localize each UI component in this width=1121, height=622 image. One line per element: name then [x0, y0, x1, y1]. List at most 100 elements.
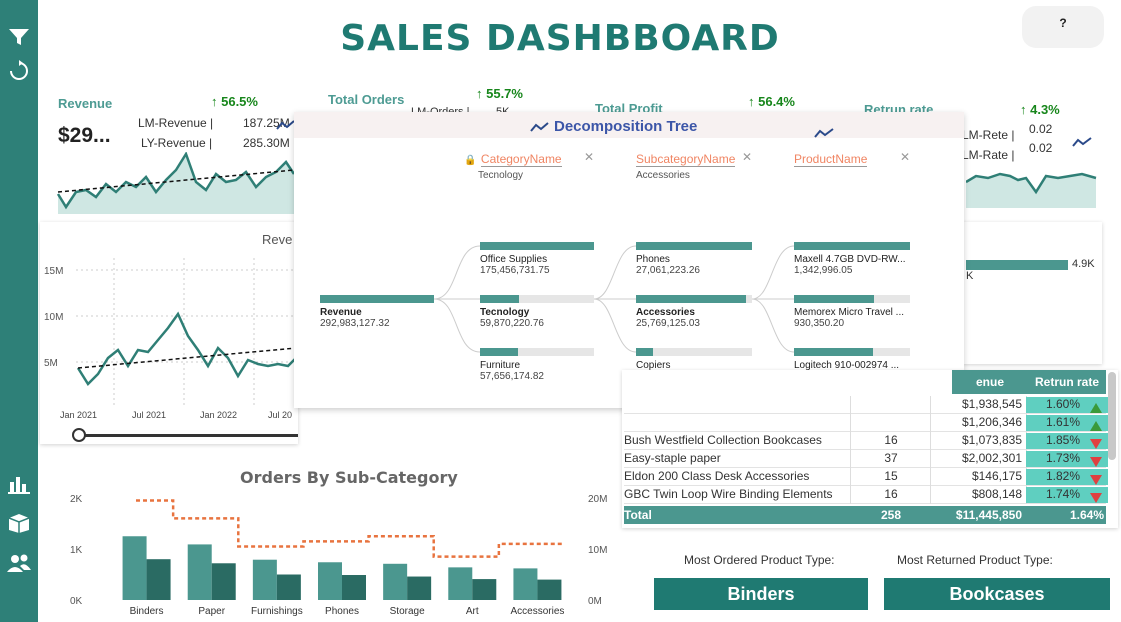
partial-bar: [966, 260, 1068, 270]
filter-icon[interactable]: [4, 24, 34, 50]
bar-series-1: [122, 536, 147, 600]
bar-series-2: [342, 575, 366, 600]
table-cell: 16: [884, 433, 898, 447]
page-title: SALES DASHBBOARD: [340, 18, 780, 59]
y-tick: 15M: [44, 266, 64, 277]
bar-series-2: [146, 559, 171, 600]
product-table: enue Retrun rate $1,938,545 1.60% $1,206,3…: [622, 370, 1118, 528]
decomposition-tree: Decomposition Tree 🔒 CategoryName ✕ Tecn…: [294, 112, 964, 408]
x-tick: Jan 2021: [60, 410, 98, 420]
refresh-icon[interactable]: [4, 58, 34, 84]
total-cell: $11,445,850: [955, 508, 1022, 522]
tree-node[interactable]: Memorex Micro Travel ... 930,350.20: [794, 295, 910, 329]
tree-node[interactable]: Phones 27,061,223.26: [636, 242, 752, 276]
tree-node-value: 57,656,174.82: [480, 371, 544, 382]
bar-series-1: [383, 563, 408, 600]
tree-node-label: Phones: [636, 254, 670, 265]
table-cell: $1,938,545: [961, 397, 1022, 411]
orders-label: Total Orders: [328, 92, 405, 107]
tree-root-node[interactable]: Revenue 292,983,127.32: [320, 295, 434, 329]
tree-node-value: 1,342,996.05: [794, 265, 853, 276]
table-cell: $1,073,835: [961, 433, 1022, 447]
return-rate-pct: ↑ 4.3%: [1020, 102, 1060, 117]
most-returned-value: Bookcases: [884, 578, 1110, 610]
y-tick: 0K: [70, 596, 83, 607]
total-cell: 1.64%: [1069, 508, 1104, 522]
y-tick: 1K: [70, 545, 83, 556]
revenue-label: Revenue: [58, 96, 113, 111]
bar-series-2: [407, 576, 432, 600]
line-chart-title: Reve: [262, 232, 293, 247]
tree-node-label: Office Supplies: [480, 254, 548, 265]
lm-rete-value: 0.02: [1029, 122, 1053, 136]
partial-bar-label: K: [966, 270, 974, 282]
tree-node[interactable]: Accessories 25,769,125.03: [636, 295, 752, 329]
ly-revenue-value: 285.30M: [243, 136, 290, 150]
users-icon[interactable]: [4, 550, 34, 576]
table-row[interactable]: $1,938,545 1.60%: [624, 396, 1108, 414]
bar-series-2: [276, 574, 301, 600]
partial-bar-value: 4.9K: [1072, 258, 1095, 270]
tree-node-label: Memorex Micro Travel ...: [794, 307, 905, 318]
help-button[interactable]: ?: [1022, 6, 1104, 48]
bar-series-2: [537, 579, 562, 600]
y-tick: 2K: [70, 494, 83, 505]
table-cell: Bush Westfield Collection Bookcases: [624, 433, 822, 447]
profit-pct: ↑ 56.4%: [748, 94, 795, 109]
revenue-sparkline: [56, 152, 296, 214]
box-icon[interactable]: [4, 510, 34, 536]
tree-node-label: Furniture: [480, 360, 521, 371]
revenue-value: $29...: [58, 124, 111, 147]
total-cell: Total: [624, 508, 652, 522]
x-tick-label: Phones: [325, 606, 359, 617]
tree-node[interactable]: Maxell 4.7GB DVD-RW... 1,342,996.05: [794, 242, 910, 276]
trend-icon[interactable]: [1072, 135, 1094, 153]
trend-icon[interactable]: [276, 118, 296, 136]
bar-series-2: [472, 579, 497, 600]
date-slider-track[interactable]: [76, 434, 298, 437]
table-cell: GBC Twin Loop Wire Binding Elements: [624, 487, 833, 501]
tree-node-value: 59,870,220.76: [480, 318, 544, 329]
sidebar: [0, 0, 38, 622]
bar-chart-icon[interactable]: [4, 470, 34, 496]
col-header-revenue[interactable]: enue: [952, 370, 1028, 394]
table-row[interactable]: Bush Westfield Collection Bookcases 16 $1,…: [624, 432, 1108, 450]
tree-node[interactable]: Tecnology 59,870,220.76: [480, 295, 594, 329]
tree-node-value: 175,456,731.75: [480, 265, 550, 276]
col-header-return-rate[interactable]: Retrun rate: [1028, 370, 1106, 394]
x-tick: Jan 2022: [200, 410, 238, 420]
tree-node-value: 292,983,127.32: [320, 318, 390, 329]
bar-series-1: [448, 567, 473, 600]
tree-node[interactable]: Office Supplies 175,456,731.75: [480, 242, 594, 276]
tree-bar: [794, 295, 910, 303]
cell-divider: [850, 450, 851, 468]
tree-node[interactable]: Furniture 57,656,174.82: [480, 348, 594, 382]
date-slider-handle[interactable]: [72, 428, 86, 442]
table-scrollbar[interactable]: [1108, 372, 1116, 460]
table-row[interactable]: GBC Twin Loop Wire Binding Elements 16 $80…: [624, 486, 1108, 504]
revenue-kpi-card: Revenue ↑ 56.5% $29... LM-Revenue | 187.…: [40, 86, 298, 216]
x-tick-label: Binders: [130, 606, 164, 617]
ly-revenue-label: LY-Revenue |: [141, 136, 213, 150]
table-cell: $1,206,346: [961, 415, 1022, 429]
cell-divider: [850, 414, 851, 432]
lm-rate-value: 0.02: [1029, 141, 1053, 155]
y2-tick: 20M: [588, 494, 607, 505]
cell-divider: [850, 468, 851, 486]
total-cell: 258: [880, 508, 902, 522]
tree-node-label: Revenue: [320, 307, 362, 318]
table-row[interactable]: Easy-staple paper 37 $2,002,301 1.73%: [624, 450, 1108, 468]
table-row[interactable]: $1,206,346 1.61%: [624, 414, 1108, 432]
revenue-pct: ↑ 56.5%: [211, 94, 258, 109]
partial-bar-card: 4.9K K: [962, 222, 1102, 364]
table-row[interactable]: Eldon 200 Class Desk Accessories 15 $146,1…: [624, 468, 1108, 486]
cell-divider: [850, 486, 851, 504]
table-cell: $808,148: [971, 487, 1022, 501]
revenue-line-chart: Reve 15M 10M 5M Jan 2021 Jul 2021 Jan 20…: [40, 222, 298, 444]
table-cell: $146,175: [971, 469, 1022, 483]
y2-tick: 0M: [588, 596, 602, 607]
most-ordered-value: Binders: [654, 578, 868, 610]
cell-divider: [850, 396, 851, 414]
tree-bar: [794, 348, 910, 356]
tree-bar: [636, 348, 752, 356]
